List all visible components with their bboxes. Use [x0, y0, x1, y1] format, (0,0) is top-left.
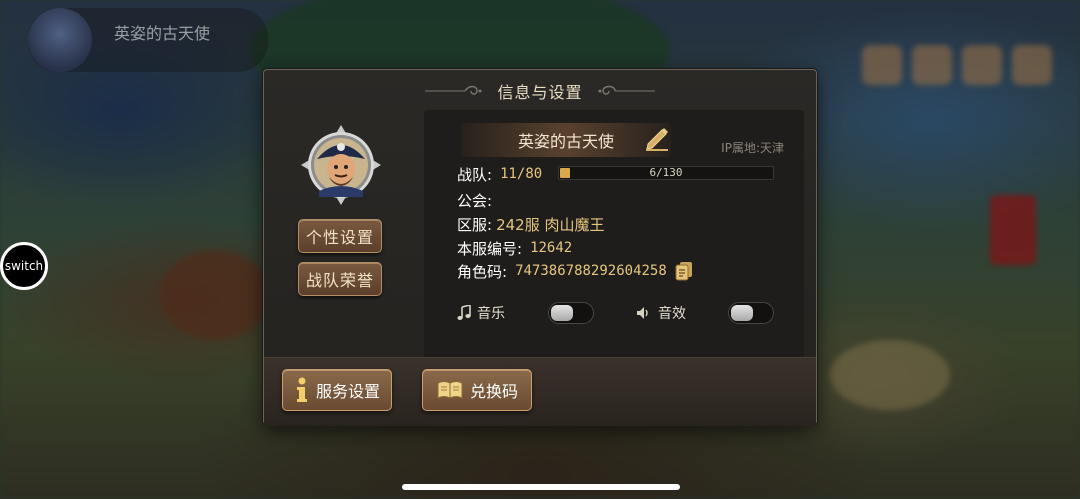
- server-number-label: 本服编号:: [457, 239, 523, 258]
- role-code-label: 角色码:: [457, 262, 508, 281]
- redeem-code-button[interactable]: 兑换码: [422, 369, 532, 411]
- server-number-value: 12642: [530, 240, 573, 256]
- background-player-name: 英姿的古天使: [114, 24, 211, 43]
- hud-icon: [1012, 45, 1052, 85]
- sfx-label: 音效: [658, 306, 686, 322]
- hud-icon: [962, 45, 1002, 85]
- team-row: 战队: 11/80: [457, 163, 542, 185]
- music-label: 音乐: [477, 306, 505, 322]
- player-avatar[interactable]: [301, 125, 381, 205]
- background-player-badge: 英姿的古天使: [28, 8, 268, 72]
- home-indicator[interactable]: [402, 484, 680, 490]
- hud-icon: [862, 45, 902, 85]
- role-code-value: 747386788292604258: [515, 263, 667, 279]
- player-name-bar: 英姿的古天使: [461, 123, 671, 157]
- music-note-icon: [457, 305, 471, 320]
- music-toggle-knob: [551, 305, 573, 321]
- guild-row: 公会:: [457, 189, 500, 211]
- book-icon: [437, 381, 463, 399]
- role-code-row: 角色码: 747386788292604258: [457, 260, 693, 282]
- team-progress-bar: 6/130: [558, 166, 774, 180]
- server-label: 区服:: [457, 215, 493, 234]
- title-flourish-left-icon: [425, 85, 482, 95]
- title-flourish-right-icon: [598, 85, 655, 95]
- sfx-setting: 音效: [636, 300, 686, 326]
- info-icon: [296, 377, 307, 402]
- hud-icon: [912, 45, 952, 85]
- dialog-title: 信息与设置: [497, 83, 583, 102]
- music-toggle[interactable]: [548, 302, 594, 324]
- server-row: 区服: 242服 肉山魔王: [457, 213, 604, 235]
- team-progress-text: 6/130: [649, 166, 683, 179]
- dialog-footer: 服务设置 兑换码: [264, 357, 816, 426]
- music-setting: 音乐: [457, 300, 505, 326]
- background-avatar: [28, 8, 92, 72]
- copy-icon[interactable]: [675, 261, 693, 281]
- guild-label: 公会:: [457, 191, 493, 210]
- redeem-code-label: 兑换码: [469, 382, 518, 401]
- service-settings-button[interactable]: 服务设置: [282, 369, 392, 411]
- service-settings-label: 服务设置: [315, 382, 380, 401]
- info-settings-dialog: 信息与设置 个性设置 战队荣誉 英姿的古天使 IP属地:天津 战队: 11/80…: [263, 69, 817, 426]
- dialog-header: 信息与设置: [264, 78, 816, 104]
- sfx-toggle[interactable]: [728, 302, 774, 324]
- player-name: 英姿的古天使: [517, 132, 614, 151]
- sfx-toggle-knob: [731, 305, 753, 321]
- server-value: 242服 肉山魔王: [496, 215, 605, 234]
- ip-location: IP属地:天津: [721, 141, 784, 155]
- speaker-icon: [637, 307, 648, 319]
- server-number-row: 本服编号: 12642: [457, 237, 572, 259]
- edit-name-icon[interactable]: [642, 122, 672, 152]
- team-value: 11/80: [500, 166, 543, 182]
- personal-settings-button[interactable]: 个性设置: [298, 219, 382, 253]
- team-label: 战队:: [457, 165, 493, 184]
- team-honors-button[interactable]: 战队荣誉: [298, 262, 382, 296]
- switch-button[interactable]: switch: [0, 242, 48, 290]
